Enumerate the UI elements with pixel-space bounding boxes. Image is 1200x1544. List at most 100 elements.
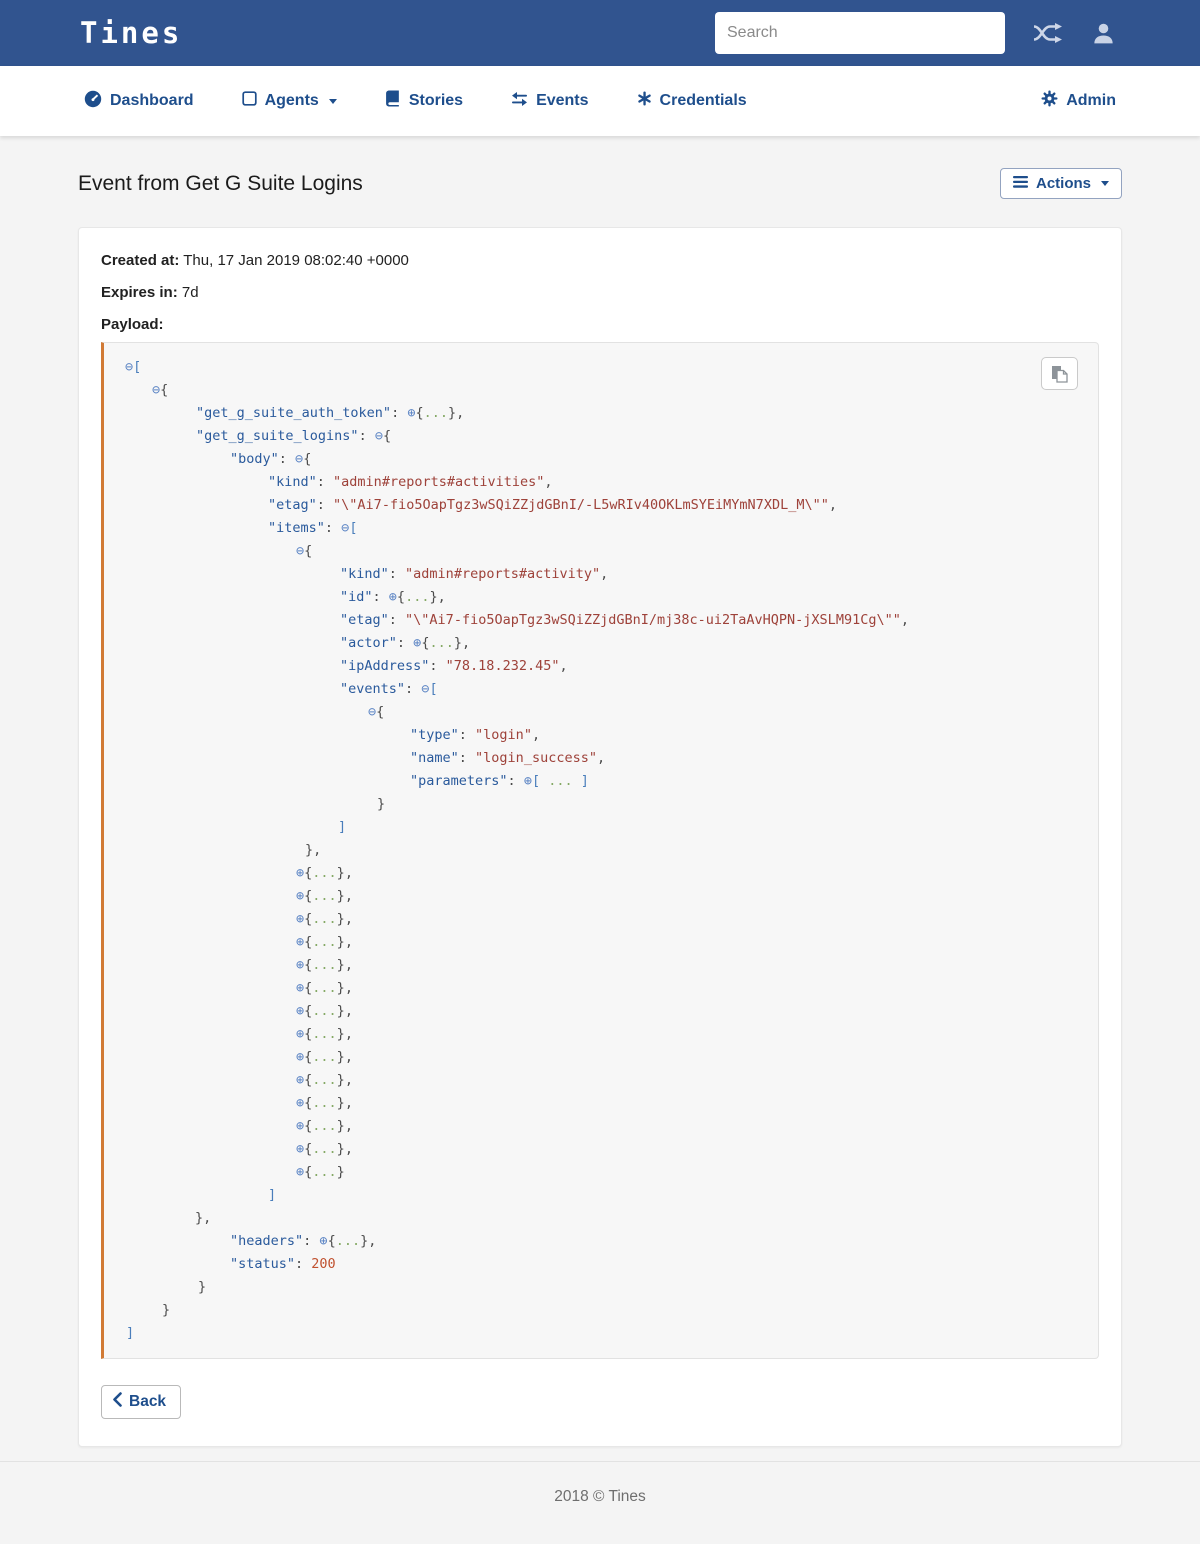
json-line: ⊕{...} xyxy=(125,1161,1082,1184)
nav-item-admin[interactable]: Admin xyxy=(1041,90,1116,112)
disclosure-toggle-icon[interactable]: ⊕ xyxy=(296,911,304,927)
disclosure-toggle-icon[interactable]: ⊕ xyxy=(296,1072,304,1088)
disclosure-toggle-icon[interactable]: ⊕ xyxy=(296,888,304,904)
main-content: Event from Get G Suite Logins Actions Cr… xyxy=(0,168,1200,1447)
json-token: { xyxy=(160,382,169,398)
disclosure-toggle-icon[interactable]: ⊕ xyxy=(296,1141,304,1157)
disclosure-toggle-icon[interactable]: ⊕ xyxy=(296,865,304,881)
json-token: [ xyxy=(349,520,358,536)
json-token: , xyxy=(900,612,909,628)
disclosure-toggle-icon[interactable]: ⊖ xyxy=(375,428,383,444)
search-input[interactable] xyxy=(715,12,1005,54)
json-token: } xyxy=(336,1118,345,1134)
json-token: , xyxy=(344,1026,353,1042)
disclosure-toggle-icon[interactable]: ⊖ xyxy=(125,359,133,375)
json-token: ... xyxy=(312,1141,337,1157)
json-line: ⊕{...}, xyxy=(125,931,1082,954)
disclosure-toggle-icon[interactable]: ⊕ xyxy=(296,1095,304,1111)
json-token: "actor" xyxy=(340,635,397,651)
footer: 2018 © Tines xyxy=(0,1461,1200,1544)
json-token: "headers" xyxy=(230,1233,304,1249)
json-token: , xyxy=(461,635,471,651)
copy-icon[interactable] xyxy=(1041,357,1078,390)
json-token: } xyxy=(305,842,314,858)
json-token: "\"Ai7-fio5OapTgz3wSQiZZjdGBnI/mj38c-ui2… xyxy=(405,612,901,628)
tines-logo[interactable]: Tines xyxy=(80,16,182,50)
disclosure-toggle-icon[interactable]: ⊕ xyxy=(296,1049,304,1065)
disclosure-toggle-icon[interactable]: ⊕ xyxy=(389,589,397,605)
json-line: }, xyxy=(125,1207,1082,1230)
json-token: , xyxy=(344,1118,353,1134)
json-token: "admin#reports#activity" xyxy=(405,566,601,582)
json-token: : xyxy=(295,1256,312,1272)
nav-item-credentials[interactable]: Credentials xyxy=(637,91,747,111)
shuffle-icon[interactable] xyxy=(1032,22,1064,44)
json-token: , xyxy=(531,727,541,743)
disclosure-toggle-icon[interactable]: ⊖ xyxy=(152,382,160,398)
json-token: ... xyxy=(312,1026,337,1042)
disclosure-toggle-icon[interactable]: ⊕ xyxy=(296,1026,304,1042)
json-token: : xyxy=(388,612,406,628)
json-token: "kind" xyxy=(340,566,389,582)
json-token: ... xyxy=(312,1003,337,1019)
json-token: { xyxy=(415,405,424,421)
json-token: , xyxy=(344,1049,353,1065)
json-token: } xyxy=(336,1095,345,1111)
back-button[interactable]: Back xyxy=(101,1385,182,1419)
json-token: , xyxy=(437,589,446,605)
json-token: } xyxy=(162,1302,171,1318)
json-tree: ⊖[⊖{"get_g_suite_auth_token": ⊕{...}, "ge… xyxy=(125,356,1082,1345)
created-at-value: Thu, 17 Jan 2019 08:02:40 +0000 xyxy=(183,252,409,269)
json-line: ⊕{...}, xyxy=(125,954,1082,977)
json-line: } xyxy=(125,1299,1082,1322)
json-line: "headers": ⊕{...}, xyxy=(125,1230,1082,1253)
credentials-asterisk-icon xyxy=(637,91,652,111)
disclosure-toggle-icon[interactable]: ⊖ xyxy=(296,543,304,559)
json-token: , xyxy=(456,405,465,421)
disclosure-toggle-icon[interactable]: ⊕ xyxy=(296,1003,304,1019)
json-token: "id" xyxy=(340,589,373,605)
created-at-line: Created at: Thu, 17 Jan 2019 08:02:40 +0… xyxy=(101,252,1099,269)
disclosure-toggle-icon[interactable]: ⊕ xyxy=(296,957,304,973)
disclosure-toggle-icon[interactable]: ⊖ xyxy=(295,451,303,467)
json-token: ... xyxy=(312,888,337,904)
json-token: { xyxy=(396,589,406,605)
disclosure-toggle-icon[interactable]: ⊕ xyxy=(296,1164,304,1180)
nav-item-agents[interactable]: Agents xyxy=(241,91,337,111)
json-token: } xyxy=(336,934,345,950)
json-line: ⊕{...}, xyxy=(125,1138,1082,1161)
user-icon[interactable] xyxy=(1091,21,1116,46)
json-token: [ xyxy=(531,773,541,789)
json-token: ] xyxy=(268,1187,277,1203)
json-token: [ xyxy=(429,681,438,697)
json-token: , xyxy=(344,1141,353,1157)
chevron-down-icon xyxy=(328,98,337,104)
json-token: , xyxy=(559,658,568,674)
json-token: , xyxy=(313,842,322,858)
events-exchange-icon xyxy=(511,91,528,112)
json-token: ... xyxy=(312,911,337,927)
nav-item-stories[interactable]: Stories xyxy=(385,90,463,112)
disclosure-toggle-icon[interactable]: ⊕ xyxy=(296,1118,304,1134)
event-card: Created at: Thu, 17 Jan 2019 08:02:40 +0… xyxy=(78,227,1122,1447)
json-token: : xyxy=(391,405,408,421)
json-token: , xyxy=(600,566,609,582)
disclosure-toggle-icon[interactable]: ⊕ xyxy=(319,1233,327,1249)
json-token: "admin#reports#activities" xyxy=(333,474,545,490)
json-line: } xyxy=(125,1276,1082,1299)
nav-item-events[interactable]: Events xyxy=(511,91,589,112)
json-token: : xyxy=(458,727,476,743)
disclosure-toggle-icon[interactable]: ⊕ xyxy=(524,773,532,789)
nav-item-dashboard[interactable]: Dashboard xyxy=(84,90,194,113)
actions-button[interactable]: Actions xyxy=(999,168,1122,199)
json-token: ... xyxy=(312,1095,337,1111)
hamburger-icon xyxy=(1012,175,1028,192)
json-token: "parameters" xyxy=(410,773,508,789)
disclosure-toggle-icon[interactable]: ⊖ xyxy=(368,704,376,720)
json-token: ... xyxy=(540,773,581,789)
disclosure-toggle-icon[interactable]: ⊕ xyxy=(296,980,304,996)
disclosure-toggle-icon[interactable]: ⊕ xyxy=(296,934,304,950)
json-token: "78.18.232.45" xyxy=(445,658,560,674)
json-token: : xyxy=(278,451,296,467)
json-token: , xyxy=(344,911,353,927)
